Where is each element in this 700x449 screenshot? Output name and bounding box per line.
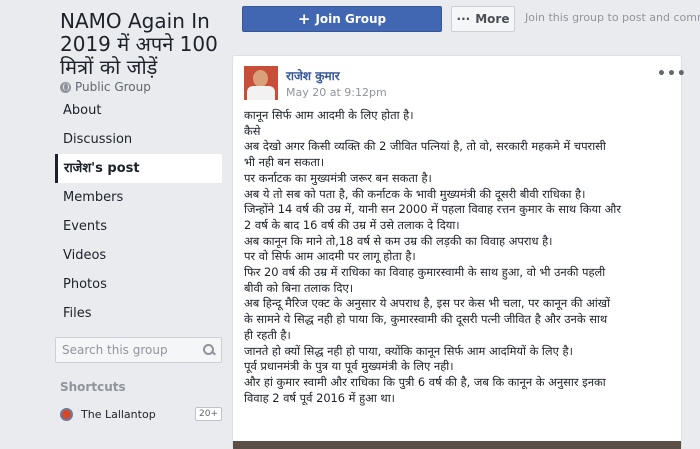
globe-icon (60, 81, 71, 93)
left-sidebar: NAMO Again In 2019 में अपने 100 मित्रों … (0, 0, 232, 449)
more-dots-icon: ··· (456, 12, 471, 26)
post-text-line: भी नही बन सकता। (244, 155, 325, 170)
search-icon[interactable] (203, 344, 215, 356)
nav-item-members[interactable]: Members (55, 183, 222, 212)
post-image[interactable] (233, 441, 681, 449)
post-timestamp[interactable]: May 20 at 9:12pm (286, 86, 387, 99)
nav-item-files[interactable]: Files (55, 299, 222, 328)
post-body: कानून सिर्फ आम आदमी के लिए होता है। कैसे अ… (244, 108, 674, 406)
nav-item-events[interactable]: Events (55, 212, 222, 241)
post-text-line: जिन्होंने 14 वर्ष की उम्र में, यानी सन 2… (244, 202, 621, 217)
post-text-line: पर कर्नाटक का मुख्यमंत्री जरूर बन सकता ह… (244, 170, 432, 185)
join-group-label: Join Group (315, 12, 387, 26)
avatar-shirt (247, 86, 275, 100)
post-author[interactable]: राजेश कुमार (286, 67, 340, 84)
plus-icon: + (297, 10, 311, 28)
group-privacy: Public Group (60, 80, 151, 94)
post-text-line: और हां कुमार स्वामी और राधिका कि पुत्री … (244, 374, 606, 389)
join-group-button[interactable]: + Join Group (242, 6, 442, 32)
post-text-line: ही रहती है। (244, 327, 291, 342)
post-text-line: विवाह 2 वर्ष पूर्व 2016 में हुआ था। (244, 390, 395, 405)
shortcut-count-badge: 20+ (195, 407, 222, 421)
shortcut-item[interactable]: The Lallantop 20+ (60, 404, 222, 424)
post-text-line: अब ये तो सब को पता है, की कर्नाटक के भाव… (244, 186, 586, 201)
search-input[interactable] (62, 343, 203, 357)
lallantop-icon (60, 407, 73, 421)
post-text-line: कैसे (244, 123, 261, 138)
post-text-line: अब कानून कि माने तो,18 वर्ष से कम उम्र क… (244, 233, 553, 248)
post-text-line: पूर्व प्रधानमंत्री के पुत्र या पूर्व मुख… (244, 359, 454, 374)
nav-item-about[interactable]: About (55, 96, 222, 125)
post-text-line: के सामने ये सिद्ध नही हो पाया कि, कुमारस… (244, 312, 608, 327)
post-text-line: कानून सिर्फ आम आदमी के लिए होता है। (244, 108, 414, 122)
post-text-line: फिर 20 वर्ष की उम्र में राधिका का विवाह … (244, 265, 606, 280)
group-title[interactable]: NAMO Again In 2019 में अपने 100 मित्रों … (60, 10, 230, 79)
nav-item-post[interactable]: राजेश's post (55, 154, 222, 183)
post-text-line: जानते हो क्यों सिद्ध नही हो पाया, क्योंक… (244, 343, 573, 358)
shortcuts-heading: Shortcuts (60, 380, 126, 394)
group-privacy-label: Public Group (75, 80, 151, 94)
post-text-line: 2 वर्ष के बाद 16 वर्ष की उम्र में उसे तल… (244, 217, 460, 232)
nav-item-videos[interactable]: Videos (55, 241, 222, 270)
post-options-icon[interactable]: ••• (657, 66, 687, 82)
more-button[interactable]: ··· More (451, 6, 515, 32)
nav-item-discussion[interactable]: Discussion (55, 125, 222, 154)
group-nav: About Discussion राजेश's post Members Ev… (55, 96, 222, 328)
more-label: More (475, 12, 510, 26)
shortcut-label: The Lallantop (81, 407, 156, 421)
group-search (55, 337, 222, 363)
post-text-line: बीवी को बिना तलाक दिए। (244, 280, 354, 295)
post-card: राजेश कुमार May 20 at 9:12pm ••• कानून स… (232, 55, 686, 449)
post-text-line: अब देखो अगर किसी व्यक्ति की 2 जीवित पत्न… (244, 139, 606, 154)
avatar-face (253, 70, 268, 87)
post-text-line: अब हिन्दू मैरिज एक्ट के अनुसार ये अपराध … (244, 296, 611, 311)
nav-item-photos[interactable]: Photos (55, 270, 222, 299)
avatar[interactable] (244, 66, 278, 100)
join-hint: Join this group to post and comment (525, 11, 700, 24)
post-text-line: पर वो सिर्फ आम आदमी पर लागू होता है। (244, 249, 416, 264)
